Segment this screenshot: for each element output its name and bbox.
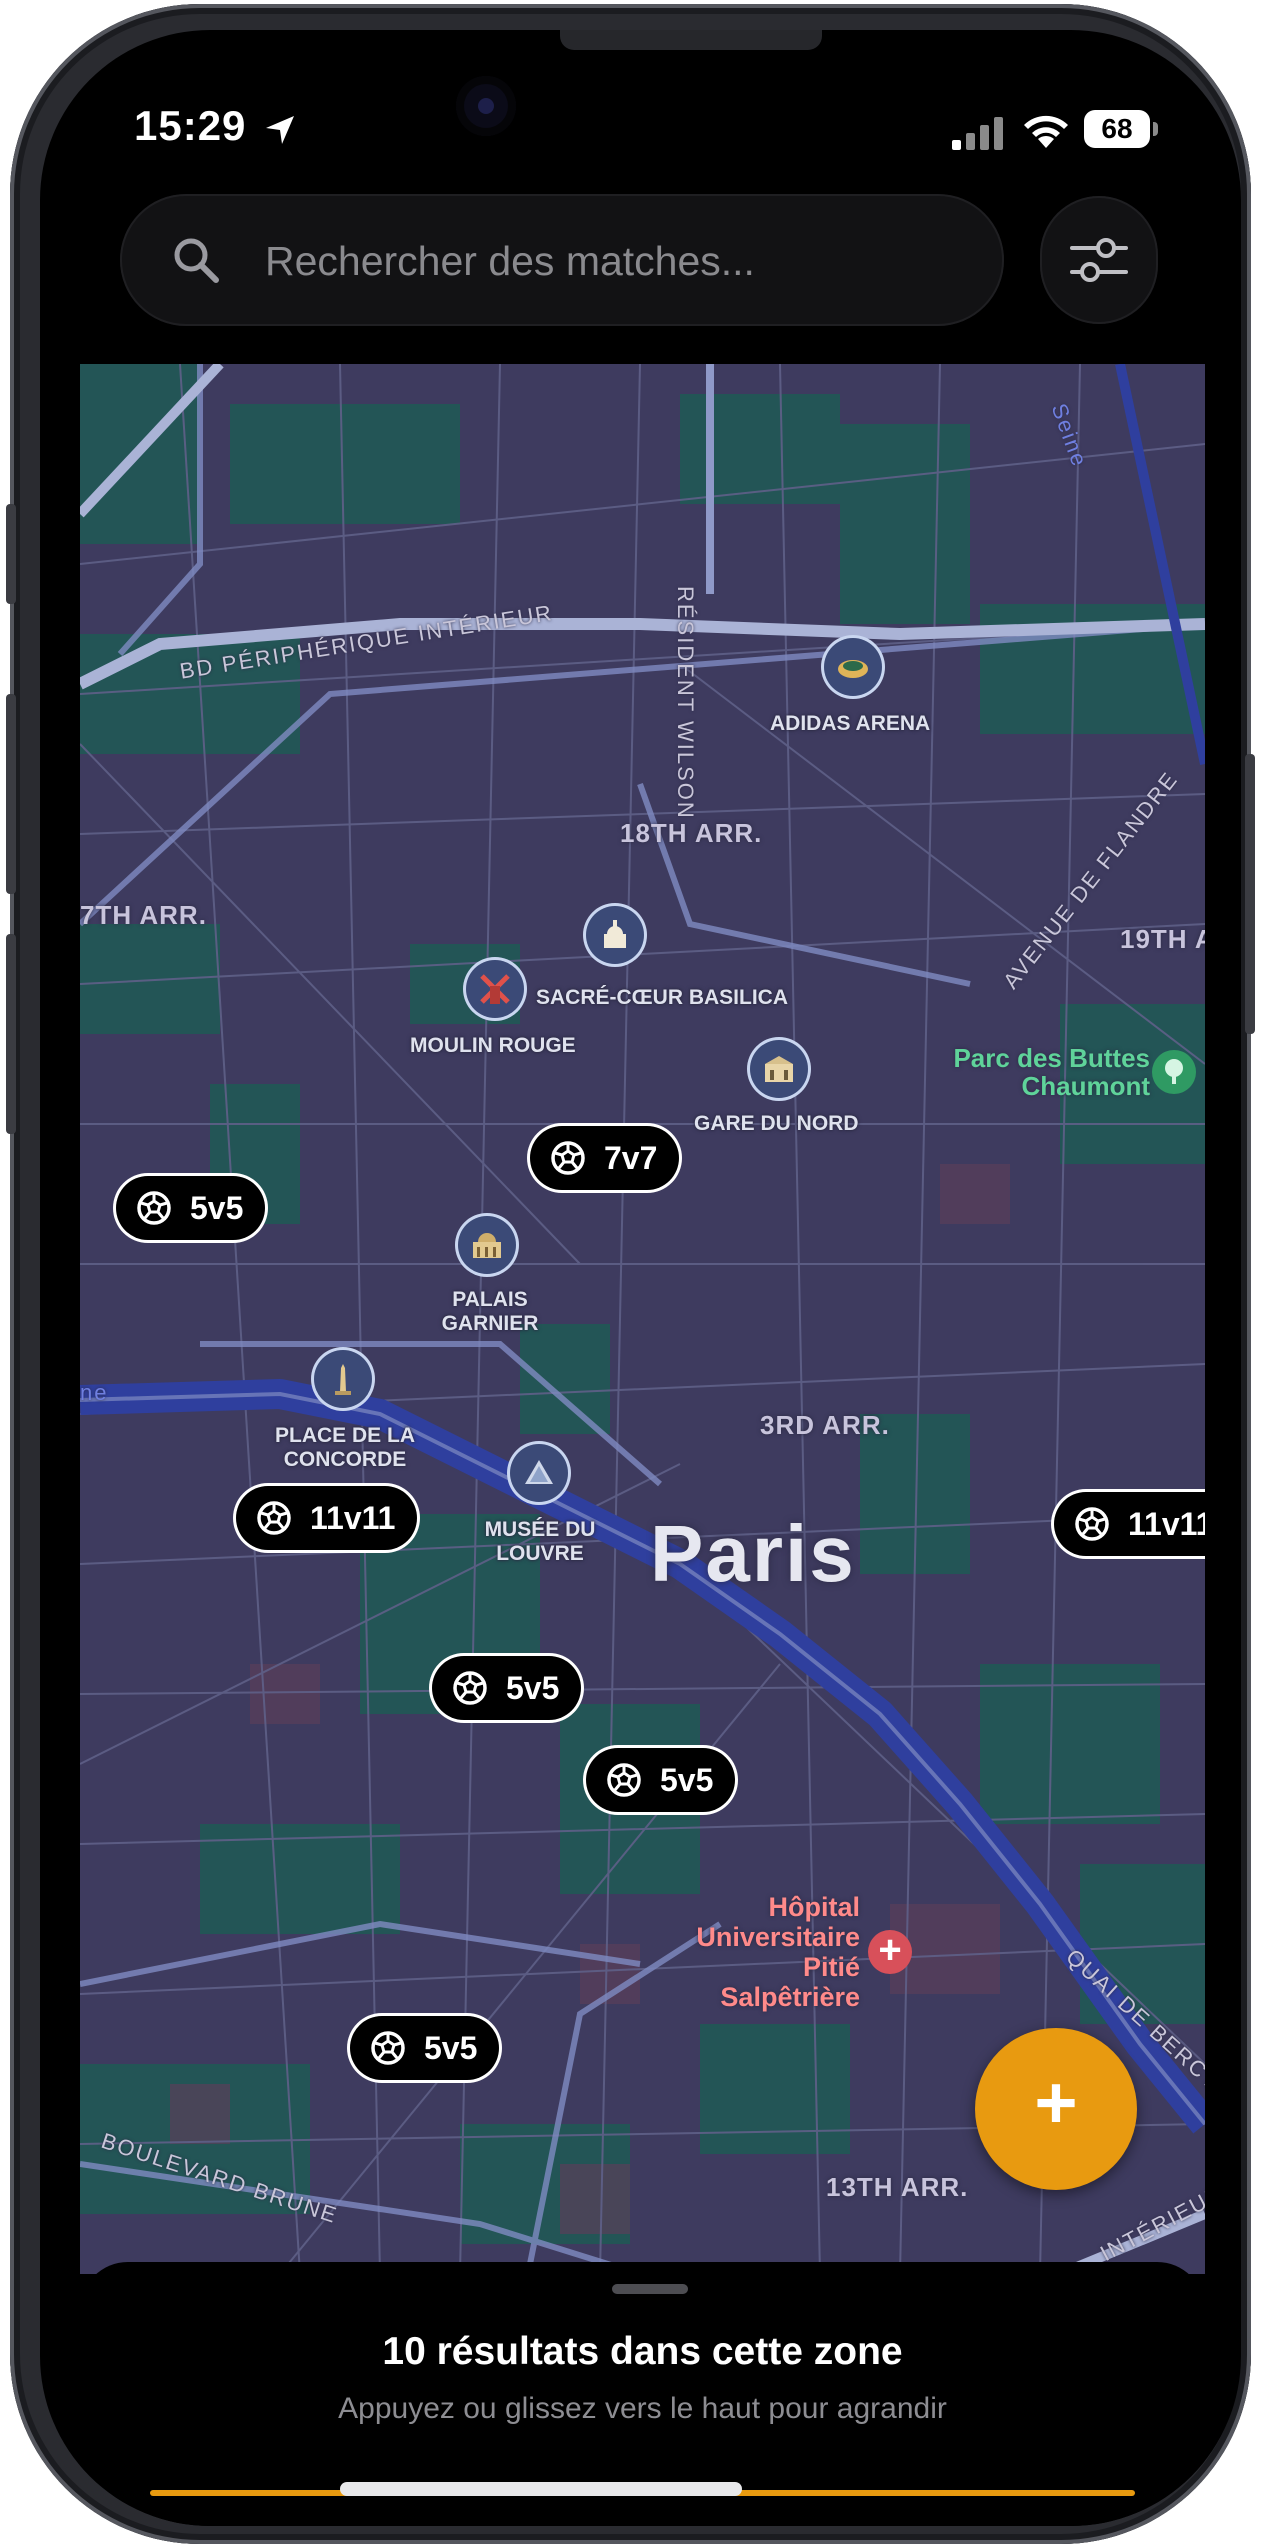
sheet-hint: Appuyez ou glissez vers le haut pour agr… bbox=[338, 2392, 947, 2425]
poi-label: MOULIN ROUGE bbox=[410, 1034, 576, 1057]
match-pin[interactable]: 5v5 bbox=[586, 1748, 736, 1812]
soccer-ball-icon bbox=[137, 1191, 171, 1225]
results-count: 10 résultats dans cette zone bbox=[382, 2330, 903, 2373]
poi-label: MUSÉE DU LOUVRE bbox=[470, 1518, 610, 1566]
poi-name: PALAIS GARNIER bbox=[441, 1288, 539, 1335]
poi-label: SACRÉ-CŒUR BASILICA bbox=[536, 986, 788, 1010]
soccer-ball-icon bbox=[1075, 1507, 1109, 1541]
add-match-button[interactable]: + bbox=[975, 2028, 1137, 2190]
park-label: Parc des Buttes Chaumont bbox=[953, 1043, 1150, 1101]
volume-down-button bbox=[6, 934, 16, 1134]
results-bottom-sheet[interactable]: 10 résultats dans cette zone Appuyez ou … bbox=[80, 2262, 1205, 2526]
poi-label: ADIDAS ARENA bbox=[770, 712, 931, 735]
filter-button[interactable] bbox=[1040, 196, 1158, 324]
phone-frame: 15:29 68 Rechercher des matches... BD PÉ… bbox=[6, 4, 1255, 2544]
match-pin[interactable]: 5v5 bbox=[432, 1656, 582, 1720]
plus-icon: + bbox=[1034, 2061, 1078, 2144]
speaker-grille bbox=[560, 30, 822, 50]
match-format: 7v7 bbox=[604, 1139, 658, 1176]
match-format: 11v11 bbox=[1128, 1505, 1205, 1542]
windmill-icon[interactable] bbox=[466, 960, 524, 1018]
match-format: 5v5 bbox=[660, 1761, 714, 1798]
volume-up-button bbox=[6, 694, 16, 894]
wifi-icon bbox=[1024, 115, 1068, 148]
street-label: RÉSIDENT WILSON bbox=[673, 586, 698, 820]
tree-icon[interactable] bbox=[1152, 1050, 1196, 1094]
sheet-drag-handle[interactable] bbox=[612, 2284, 688, 2294]
hospital-cross-icon[interactable]: + bbox=[868, 1930, 912, 1974]
soccer-ball-icon bbox=[607, 1763, 641, 1797]
home-indicator[interactable] bbox=[340, 2482, 742, 2496]
match-format: 5v5 bbox=[424, 2029, 478, 2066]
soccer-ball-icon bbox=[257, 1501, 291, 1535]
front-camera bbox=[456, 76, 516, 136]
train-station-icon[interactable] bbox=[750, 1040, 808, 1098]
opera-icon[interactable] bbox=[458, 1216, 516, 1274]
battery-nub bbox=[1153, 122, 1158, 136]
match-pin[interactable]: 7v7 bbox=[530, 1126, 680, 1190]
river-label: ne bbox=[80, 1380, 109, 1405]
search-bar[interactable]: Rechercher des matches... bbox=[120, 194, 1004, 326]
power-button bbox=[1245, 754, 1255, 1034]
stadium-icon[interactable] bbox=[824, 638, 882, 696]
search-icon bbox=[174, 238, 219, 283]
area-label: 3RD ARR. bbox=[760, 1410, 890, 1440]
match-format: 11v11 bbox=[310, 1499, 396, 1536]
match-format: 5v5 bbox=[506, 1669, 560, 1706]
match-pin[interactable]: 5v5 bbox=[116, 1176, 266, 1240]
poi-name: MUSÉE DU LOUVRE bbox=[484, 1518, 596, 1565]
match-pin[interactable]: 11v11 bbox=[1054, 1492, 1205, 1556]
soccer-ball-icon bbox=[453, 1671, 487, 1705]
area-label: 19TH A bbox=[1120, 924, 1205, 954]
hospital-label: Hôpital Universitaire Pitié Salpêtrière bbox=[696, 1892, 860, 2012]
soccer-ball-icon bbox=[371, 2031, 405, 2065]
battery-indicator: 68 bbox=[1084, 110, 1160, 148]
search-input[interactable]: Rechercher des matches... bbox=[265, 238, 755, 285]
cellular-signal-icon bbox=[952, 117, 1003, 150]
poi-label: PALAIS GARNIER bbox=[420, 1288, 560, 1336]
basilica-icon[interactable] bbox=[586, 906, 644, 964]
soccer-ball-icon bbox=[551, 1141, 585, 1175]
obelisk-icon[interactable] bbox=[314, 1350, 372, 1408]
screen: 15:29 68 Rechercher des matches... BD PÉ… bbox=[40, 30, 1241, 2526]
sliders-icon bbox=[1070, 238, 1128, 282]
poi-label: PLACE DE LA CONCORDE bbox=[260, 1424, 430, 1472]
area-label: 18TH ARR. bbox=[620, 818, 763, 848]
city-label: Paris bbox=[650, 1509, 856, 1598]
map-view[interactable]: BD PÉRIPHÉRIQUE INTÉRIEUR RÉSIDENT WILSO… bbox=[80, 364, 1205, 2274]
poi-label: GARE DU NORD bbox=[694, 1112, 859, 1135]
museum-icon[interactable] bbox=[510, 1444, 568, 1502]
match-pin[interactable]: 5v5 bbox=[350, 2016, 500, 2080]
match-pin[interactable]: 11v11 bbox=[236, 1486, 418, 1550]
area-label: 13TH ARR. bbox=[826, 2172, 969, 2202]
poi-name: PLACE DE LA CONCORDE bbox=[274, 1424, 415, 1471]
location-arrow-icon bbox=[266, 116, 294, 144]
poi-name: SACRÉ-CŒUR BASILICA bbox=[536, 986, 788, 1009]
match-format: 5v5 bbox=[190, 1189, 244, 1226]
area-label: 7TH ARR. bbox=[80, 900, 207, 930]
action-button bbox=[6, 504, 16, 604]
battery-level: 68 bbox=[1084, 110, 1150, 148]
status-time: 15:29 bbox=[134, 102, 247, 149]
